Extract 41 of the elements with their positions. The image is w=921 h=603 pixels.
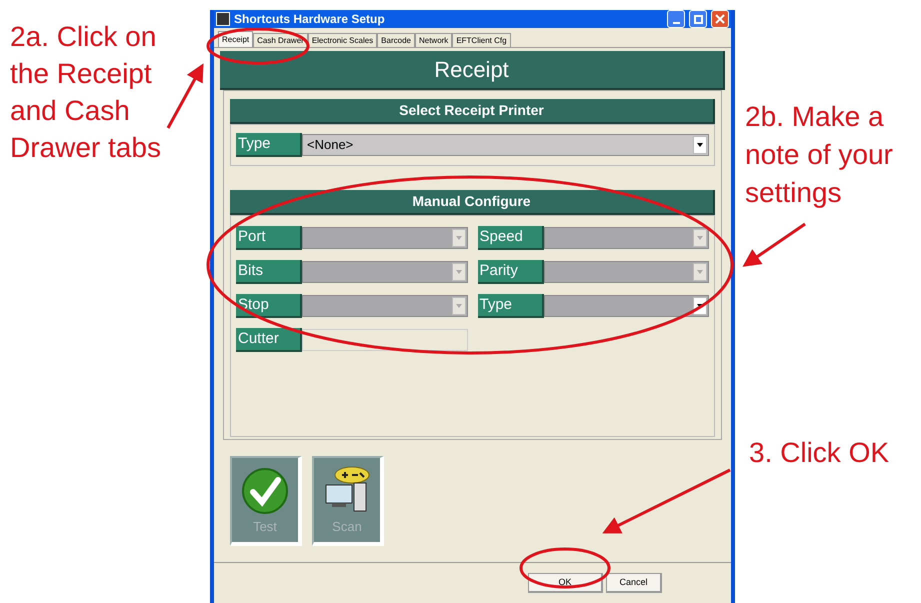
caret-icon: [697, 270, 703, 274]
annotation-text: 2b. Make a note of your settings: [745, 100, 894, 210]
app-icon: [216, 12, 230, 26]
field-label: Port: [236, 226, 302, 250]
maximize-icon: [694, 14, 702, 24]
close-button[interactable]: [711, 10, 729, 28]
close-icon: [715, 14, 725, 24]
tab[interactable]: Network: [414, 33, 452, 47]
tab[interactable]: Receipt: [218, 31, 254, 47]
field-label: Bits: [236, 260, 302, 284]
field-label: Type: [478, 294, 544, 318]
caret-icon: [456, 304, 462, 308]
arrow: [166, 63, 204, 129]
annotation-text: 3. Click OK: [749, 436, 890, 470]
dropdown-value: <None>: [307, 136, 354, 154]
caret-icon: [456, 236, 462, 240]
field-label: Cutter: [236, 328, 302, 352]
section-header: Manual Configure: [230, 190, 715, 215]
caret-icon: [697, 236, 703, 240]
dropdown-field[interactable]: <None>: [302, 134, 709, 156]
dialog-button[interactable]: Cancel: [606, 573, 662, 593]
checkmark-icon: [241, 466, 289, 514]
tab[interactable]: Electronic Scales: [308, 33, 378, 47]
dropdown-field[interactable]: [544, 295, 709, 317]
field-label: Parity: [478, 260, 544, 284]
field-label: Speed: [478, 226, 544, 250]
tab[interactable]: Barcode: [377, 33, 415, 47]
minimize-button[interactable]: [667, 10, 685, 28]
section-header: Select Receipt Printer: [230, 99, 715, 124]
caret-icon: [456, 270, 462, 274]
arrow: [742, 222, 806, 267]
field-label: Type: [236, 133, 302, 157]
section-header: Receipt: [220, 51, 725, 90]
tab[interactable]: Cash Drawer: [253, 33, 308, 47]
window-title: Shortcuts Hardware Setup: [234, 11, 386, 28]
caret-icon: [697, 143, 703, 147]
annotation-text: 2a. Click on the Receipt and Cash Drawer tabs: [10, 20, 162, 165]
minimize-icon: [672, 22, 680, 24]
caret-icon: [697, 304, 703, 308]
maximize-button[interactable]: [689, 10, 707, 28]
tab[interactable]: EFTClient Cfg: [452, 33, 511, 47]
